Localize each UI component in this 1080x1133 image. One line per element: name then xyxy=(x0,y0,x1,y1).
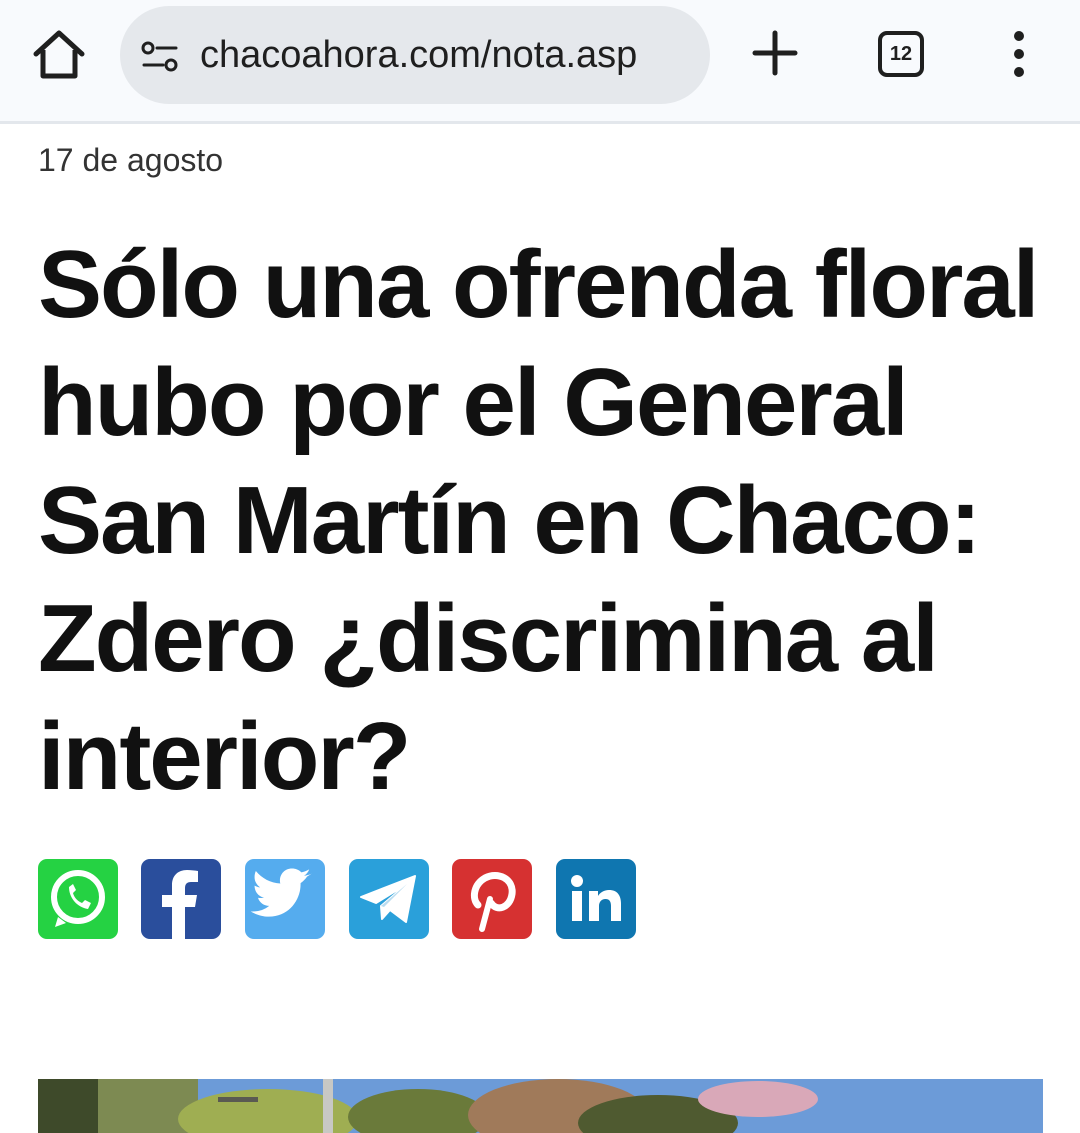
linkedin-share-button[interactable] xyxy=(556,859,636,939)
article-image xyxy=(38,1079,1043,1133)
plus-icon[interactable] xyxy=(752,30,798,76)
tab-count: 12 xyxy=(889,43,913,65)
telegram-share-button[interactable] xyxy=(349,859,429,939)
facebook-icon xyxy=(162,870,198,939)
article-headline: Sólo una ofrenda floral hubo por el Gene… xyxy=(38,231,1039,810)
home-icon[interactable] xyxy=(30,28,88,82)
twitter-share-button[interactable] xyxy=(245,859,325,939)
facebook-share-button[interactable] xyxy=(141,859,221,939)
article-date: 17 de agosto xyxy=(38,142,224,178)
whatsapp-share-button[interactable] xyxy=(38,859,118,939)
whatsapp-icon xyxy=(51,870,105,927)
browser-toolbar: chacoahora.com/nota.asp 12 xyxy=(0,0,1080,124)
site-settings-icon[interactable] xyxy=(140,40,180,74)
tab-switcher-icon[interactable]: 12 xyxy=(878,31,924,77)
twitter-icon xyxy=(250,868,312,917)
url-text[interactable]: chacoahora.com/nota.asp xyxy=(200,6,637,104)
more-vert-icon[interactable] xyxy=(1004,30,1034,78)
linkedin-icon xyxy=(571,875,621,921)
pinterest-icon xyxy=(470,871,516,932)
pinterest-share-button[interactable] xyxy=(452,859,532,939)
telegram-icon xyxy=(360,875,416,923)
address-bar[interactable]: chacoahora.com/nota.asp xyxy=(120,6,710,104)
